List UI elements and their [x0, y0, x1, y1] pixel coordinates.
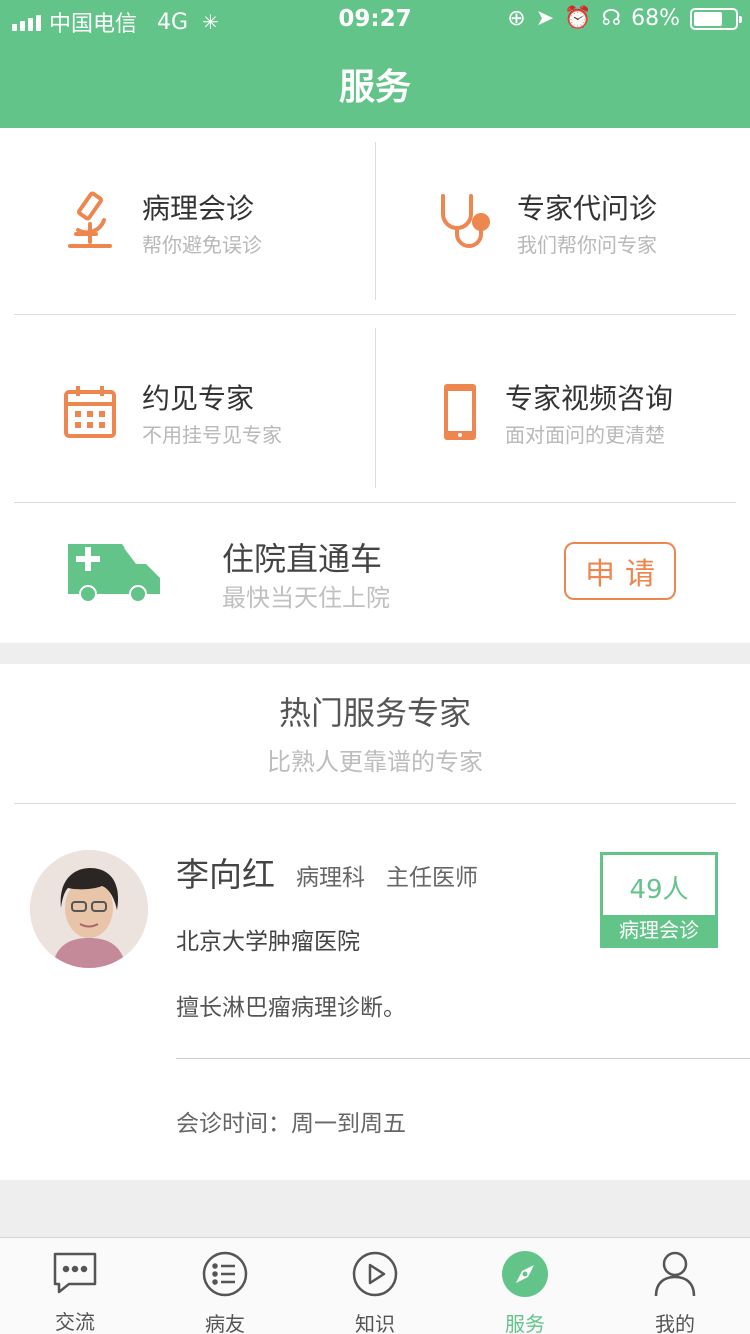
person-icon: [653, 1250, 697, 1298]
service-title: 约见专家: [142, 381, 255, 415]
expert-hospital: 北京大学肿瘤医院: [176, 929, 360, 955]
service-expert-proxy[interactable]: 专家代问诊 我们帮你问专家: [415, 172, 657, 272]
divider: [14, 803, 736, 804]
section-subtitle: 比熟人更靠谱的专家: [267, 748, 483, 776]
service-subtitle: 我们帮你问专家: [517, 232, 657, 257]
service-title: 专家视频咨询: [505, 381, 674, 415]
headphones-icon: ☊: [601, 6, 622, 31]
consult-count-badge[interactable]: 49人 病理会诊: [600, 852, 718, 948]
consult-type-label: 病理会诊: [603, 915, 715, 945]
alarm-icon: ⏰: [564, 6, 592, 31]
tab-chat[interactable]: 交流: [0, 1238, 150, 1334]
expert-name: 李向红: [176, 855, 275, 894]
stethoscope-icon: [415, 172, 515, 272]
divider: [375, 328, 376, 488]
avatar[interactable]: [30, 850, 148, 968]
expert-specialty: 擅长淋巴瘤病理诊断。: [176, 995, 406, 1021]
service-title: 专家代问诊: [517, 191, 658, 225]
service-subtitle: 帮你避免误诊: [142, 232, 262, 257]
section-title: 热门服务专家: [278, 694, 471, 732]
page-title: 服务: [338, 67, 411, 108]
tab-label: 病友: [205, 1312, 245, 1334]
services-panel: 病理会诊 帮你避免误诊 专家代问诊 我们帮你问专家 约见专家 不用挂号见专家 专…: [0, 128, 750, 643]
calendar-icon: [40, 362, 140, 462]
tab-services[interactable]: 服务: [450, 1238, 600, 1334]
divider: [176, 1058, 750, 1059]
status-bar: 中国电信 4G ✳ 09:27 ⊕ ➤ ⏰ ☊ 68%: [0, 0, 750, 40]
consult-count: 49人: [629, 875, 689, 905]
battery-percent: 68%: [631, 6, 680, 31]
rotation-lock-icon: ⊕: [507, 6, 526, 31]
divider: [375, 142, 376, 300]
top-bar: 中国电信 4G ✳ 09:27 ⊕ ➤ ⏰ ☊ 68% 服务: [0, 0, 750, 128]
apply-button[interactable]: 申请: [564, 542, 676, 600]
tab-label: 知识: [355, 1312, 395, 1334]
location-icon: ➤: [535, 6, 555, 31]
tab-patients[interactable]: 病友: [150, 1238, 300, 1334]
consult-schedule: 会诊时间：周一到周五: [176, 1111, 406, 1137]
hot-experts-section: 热门服务专家 比熟人更靠谱的专家 李向红 病理科 主任医师 北京大学肿瘤医院 擅…: [0, 664, 750, 1180]
tab-bar: 交流 病友 知识 服务 我的: [0, 1237, 750, 1334]
microscope-icon: [40, 172, 140, 272]
hospital-express-title: 住院直通车: [222, 540, 383, 578]
tab-knowledge[interactable]: 知识: [300, 1238, 450, 1334]
service-title: 病理会诊: [142, 191, 255, 225]
hospital-express-subtitle: 最快当天住上院: [222, 584, 390, 612]
tab-label: 服务: [505, 1312, 545, 1334]
tab-label: 我的: [655, 1312, 695, 1334]
service-subtitle: 不用挂号见专家: [142, 422, 282, 447]
phone-icon: [415, 362, 505, 462]
battery-icon: [690, 7, 742, 30]
service-book-expert[interactable]: 约见专家 不用挂号见专家: [40, 362, 282, 462]
expert-department: 病理科: [296, 865, 365, 891]
tab-mine[interactable]: 我的: [600, 1238, 750, 1334]
play-icon: [351, 1250, 399, 1298]
list-icon: [201, 1250, 249, 1298]
ambulance-icon: [66, 542, 162, 608]
chat-icon: [51, 1250, 99, 1296]
tab-label: 交流: [55, 1310, 95, 1334]
service-subtitle: 面对面问的更清楚: [505, 422, 665, 447]
compass-icon: [501, 1250, 549, 1298]
expert-rank: 主任医师: [386, 865, 478, 891]
service-pathology-consult[interactable]: 病理会诊 帮你避免误诊: [40, 172, 262, 272]
service-video-consult[interactable]: 专家视频咨询 面对面问的更清楚: [415, 362, 673, 462]
divider: [14, 314, 736, 315]
hospital-express: 住院直通车 最快当天住上院 申请: [0, 502, 750, 643]
